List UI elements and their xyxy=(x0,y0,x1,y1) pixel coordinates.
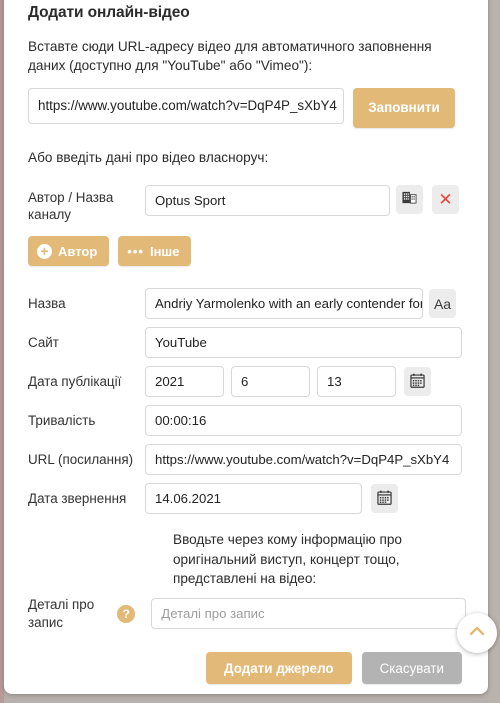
site-input[interactable]: YouTube xyxy=(145,327,462,359)
publication-day-input[interactable]: 13 xyxy=(317,366,396,398)
site-row: Сайт YouTube xyxy=(28,327,466,359)
details-row: Деталі про запис ? Деталі про запис xyxy=(28,596,466,632)
details-note: Вводьте через кому інформацію про оригін… xyxy=(173,532,402,586)
access-date-input[interactable]: 14.06.2021 xyxy=(145,483,362,515)
publication-year-input[interactable]: 2021 xyxy=(145,366,224,398)
more-label: Інше xyxy=(149,243,180,259)
title-input[interactable]: Andriy Yarmolenko with an early contende… xyxy=(145,288,423,320)
author-input[interactable]: Optus Sport xyxy=(145,184,390,216)
url-label: URL (посилання) xyxy=(28,452,134,468)
autofill-button[interactable]: Заповнити xyxy=(353,87,455,128)
publication-date-row: Дата публікації 2021 6 13 xyxy=(28,366,466,398)
access-date-label: Дата звернення xyxy=(28,491,127,507)
autofill-url-input[interactable]: https://www.youtube.com/watch?v=DqP4P_sX… xyxy=(28,87,344,124)
page-background-right xyxy=(488,0,500,703)
manual-entry-text: Або введіть дані про відео власноруч: xyxy=(28,149,269,165)
calendar-icon xyxy=(410,373,425,391)
intro-text: Вставте сюди URL-адресу відео для автома… xyxy=(28,39,432,74)
details-input[interactable]: Деталі про запис xyxy=(151,598,466,630)
cancel-button[interactable]: Скасувати xyxy=(361,652,462,684)
more-options-button[interactable]: ••• Інше xyxy=(118,236,192,267)
chevron-up-icon xyxy=(467,621,487,646)
title-label: Назва xyxy=(28,296,66,312)
add-online-video-dialog: Додати онлайн-відео Вставте сюди URL-адр… xyxy=(4,0,488,694)
scroll-to-top-button[interactable] xyxy=(457,613,497,653)
author-label: Автор / Назва каналу xyxy=(28,189,114,223)
author-actions: + Автор ••• Інше xyxy=(28,236,466,267)
add-author-label: Автор xyxy=(58,243,98,259)
site-label: Сайт xyxy=(28,335,59,351)
ellipsis-icon: ••• xyxy=(127,243,144,259)
question-mark-icon[interactable]: ? xyxy=(117,604,136,623)
plus-circle-icon: + xyxy=(37,243,52,259)
duration-row: Тривалість 00:00:16 xyxy=(28,405,466,437)
publication-month-input[interactable]: 6 xyxy=(231,366,310,398)
add-source-button[interactable]: Додати джерело xyxy=(206,652,352,684)
calendar-icon xyxy=(377,490,392,508)
duration-label: Тривалість xyxy=(28,413,96,429)
publication-date-picker-button[interactable] xyxy=(404,367,431,397)
duration-input[interactable]: 00:00:16 xyxy=(145,405,462,437)
details-label: Деталі про запис xyxy=(28,597,95,630)
page-title: Додати онлайн-відео xyxy=(28,4,190,21)
url-input[interactable]: https://www.youtube.com/watch?v=DqP4P_sX… xyxy=(145,444,462,476)
close-icon: ✕ xyxy=(438,189,453,209)
dialog-footer: Додати джерело Скасувати xyxy=(4,652,488,684)
access-date-row: Дата звернення 14.06.2021 xyxy=(28,483,466,515)
publication-date-label: Дата публікації xyxy=(28,374,122,390)
autofill-row: https://www.youtube.com/watch?v=DqP4P_sX… xyxy=(28,87,466,128)
title-row: Назва Andriy Yarmolenko with an early co… xyxy=(28,288,466,320)
text-case-button[interactable]: Aa xyxy=(429,289,456,319)
remove-author-button[interactable]: ✕ xyxy=(432,184,459,214)
access-date-picker-button[interactable] xyxy=(371,484,398,514)
building-icon xyxy=(402,190,417,208)
add-author-button[interactable]: + Автор xyxy=(28,236,110,267)
text-case-icon: Aa xyxy=(433,295,452,312)
building-icon-button[interactable] xyxy=(396,184,423,214)
url-row-field: URL (посилання) https://www.youtube.com/… xyxy=(28,444,466,476)
author-row: Автор / Назва каналу Optus Sport ✕ xyxy=(28,184,466,225)
